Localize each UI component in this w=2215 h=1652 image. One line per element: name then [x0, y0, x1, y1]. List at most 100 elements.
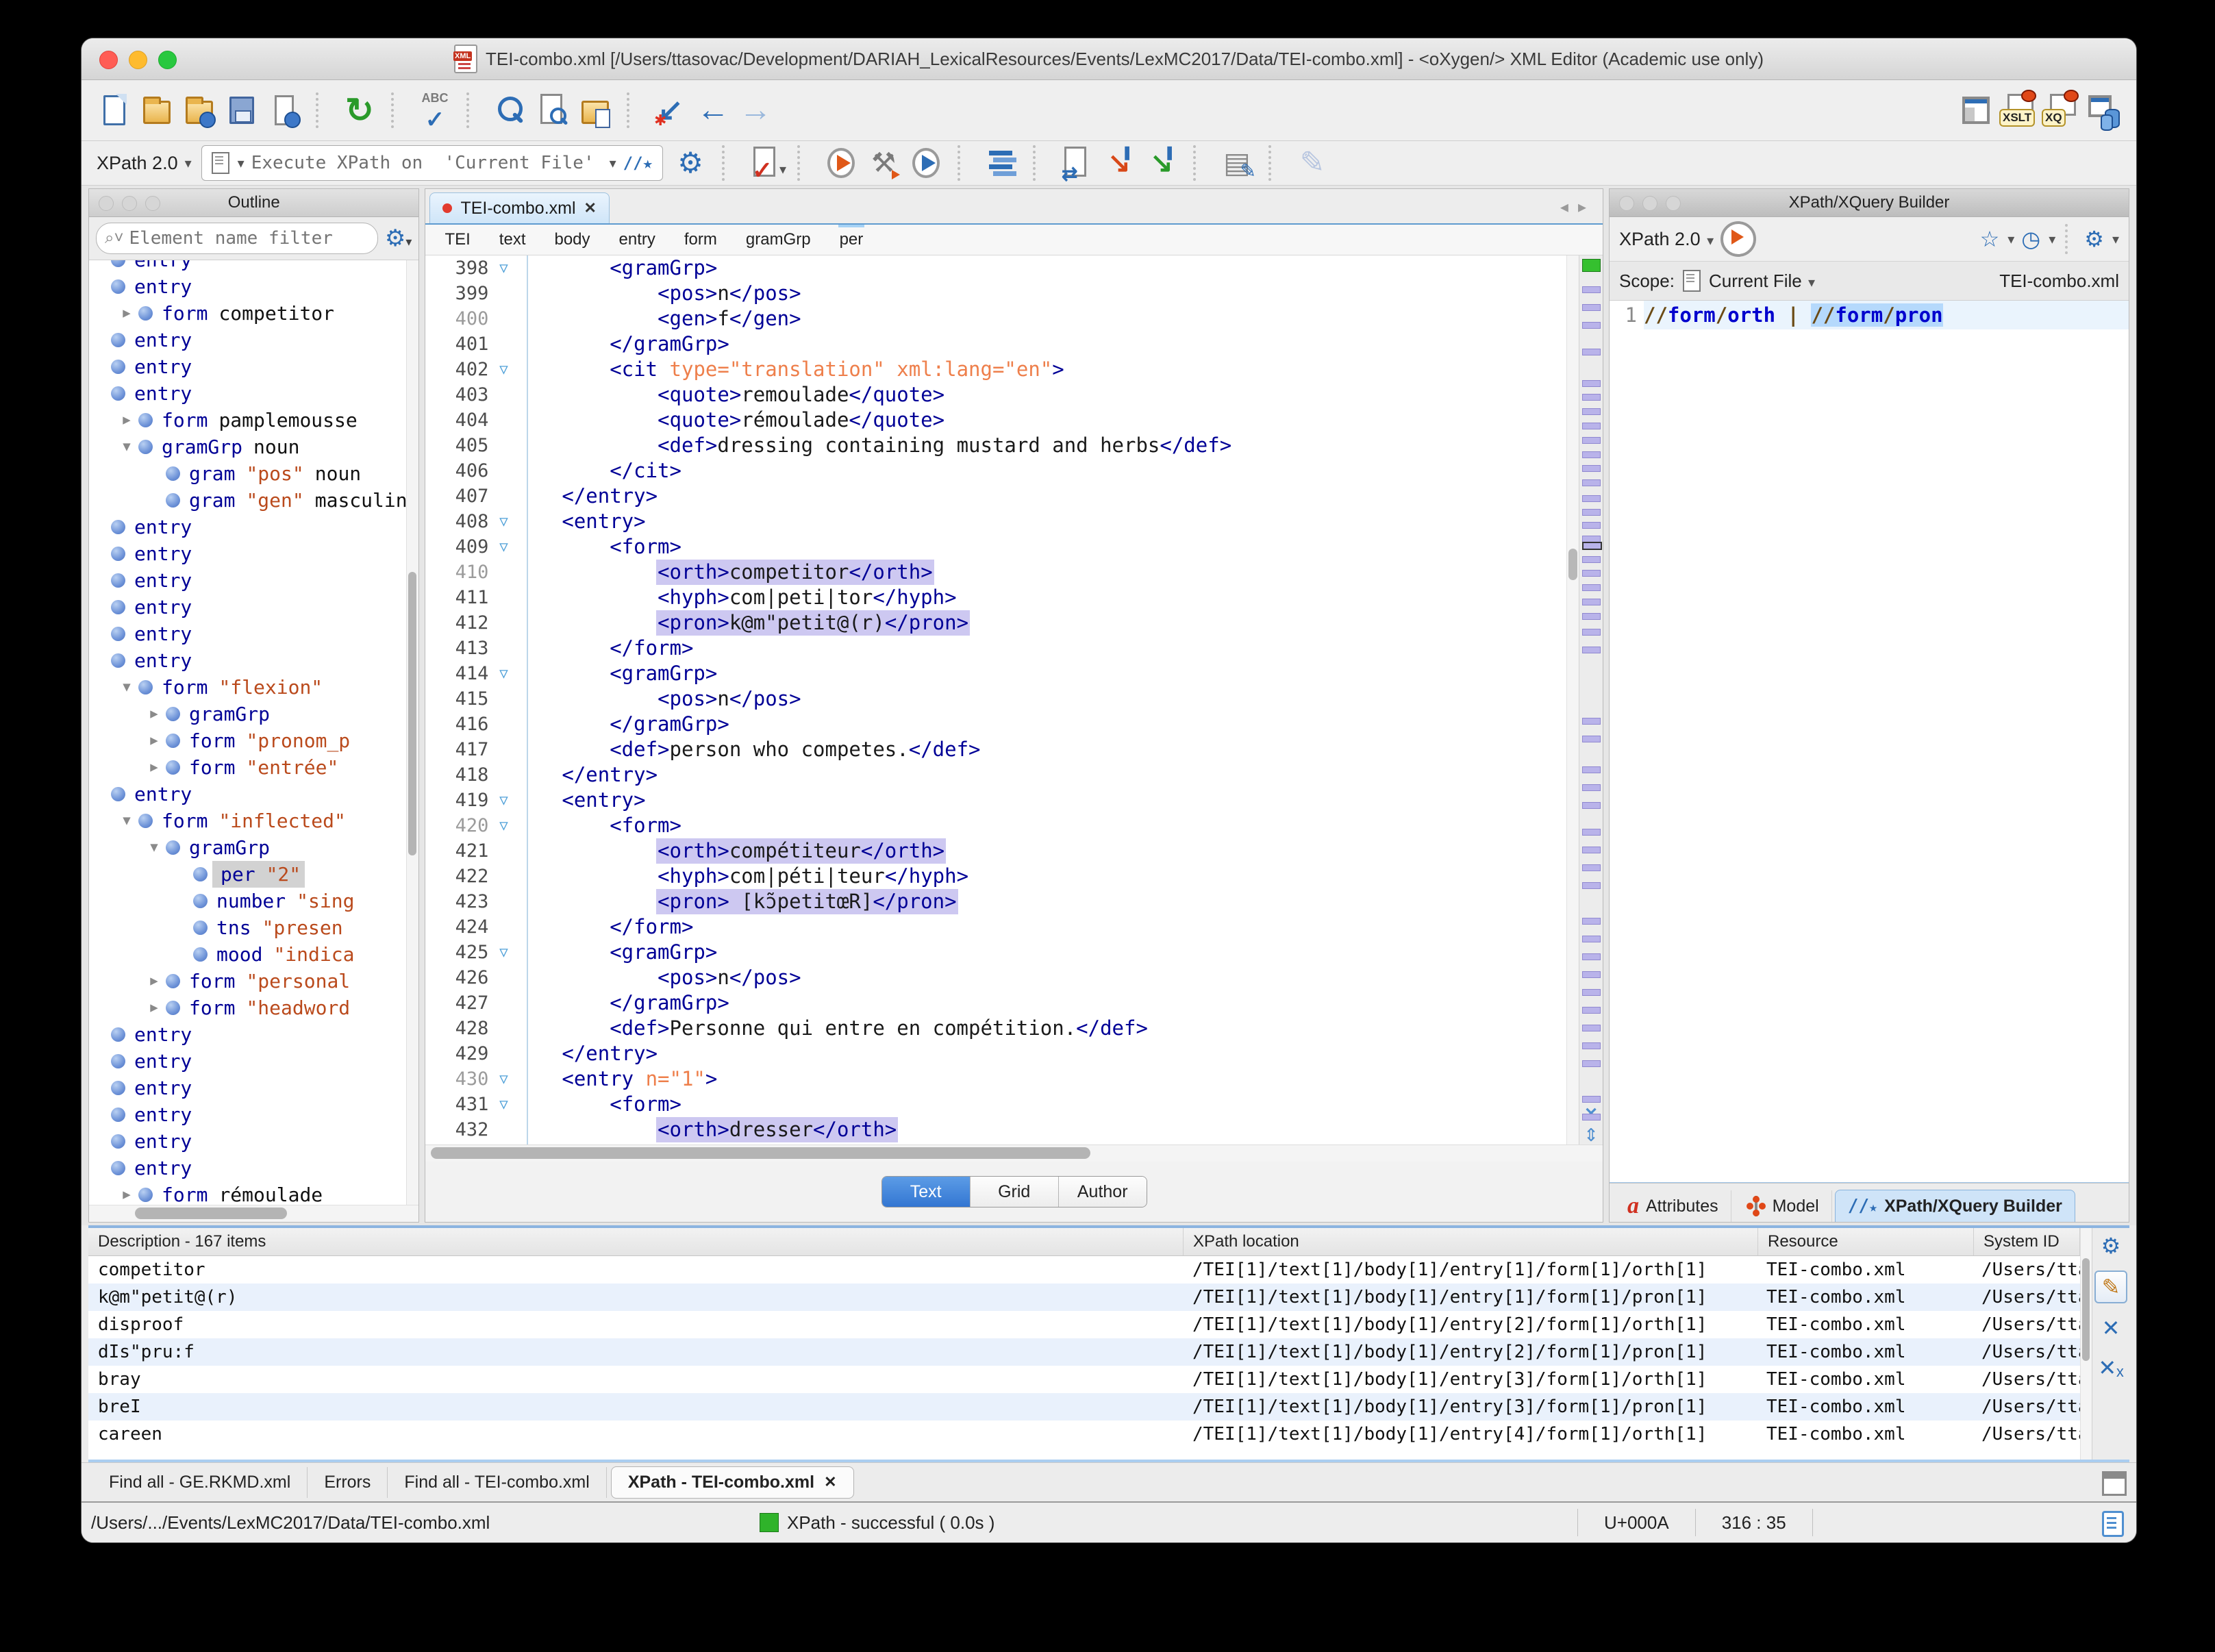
- search-in-files-icon[interactable]: [535, 91, 571, 129]
- tab-scroll-arrows[interactable]: ◂▸: [1560, 197, 1596, 217]
- builder-version-dropdown[interactable]: XPath 2.0 ▾: [1619, 229, 1714, 250]
- navigate-highlights-icon[interactable]: ⇕: [1579, 1125, 1603, 1146]
- close-tab-icon[interactable]: ✕: [824, 1473, 836, 1491]
- code-line[interactable]: 425 ▽ <gramGrp>: [425, 940, 1567, 965]
- code-line[interactable]: 428 <def>Personne qui entre en compétiti…: [425, 1016, 1567, 1041]
- breadcrumb-item-gramGrp[interactable]: gramGrp: [744, 223, 812, 255]
- fold-toggle-icon[interactable]: ▽: [488, 1092, 518, 1117]
- outline-item-form[interactable]: ▼ form "inflected": [89, 808, 418, 834]
- outline-item-entry[interactable]: entry: [89, 1075, 418, 1101]
- outline-item-entry[interactable]: entry: [89, 567, 418, 594]
- outline-item-entry[interactable]: entry: [89, 781, 418, 808]
- highlight-mark[interactable]: [1582, 882, 1601, 890]
- bottom-tab-find-all-tei-combo-xml[interactable]: Find all - TEI-combo.xml: [388, 1466, 607, 1498]
- code-line[interactable]: 413 </form>: [425, 636, 1567, 661]
- breadcrumb-item-entry[interactable]: entry: [618, 223, 657, 255]
- jump-red-icon[interactable]: [1101, 144, 1137, 182]
- expand-arrow-icon[interactable]: ▶: [144, 727, 164, 754]
- editor-vertical-scrollbar[interactable]: [1566, 255, 1579, 1144]
- highlight-mark[interactable]: [1582, 495, 1601, 503]
- gear-icon[interactable]: ⚙: [2096, 1231, 2126, 1261]
- results-row[interactable]: k@m"petit@(r) /TEI[1]/text[1]/body[1]/ent…: [88, 1284, 2080, 1311]
- expand-arrow-icon[interactable]: ▶: [144, 968, 164, 994]
- highlight-mark[interactable]: [1582, 971, 1601, 978]
- close-tab-icon[interactable]: ✕: [584, 199, 597, 217]
- expand-arrow-icon[interactable]: ▶: [116, 1181, 137, 1205]
- outline-item-gramGrp[interactable]: ▼ gramGrp noun: [89, 434, 418, 460]
- fold-toggle-icon[interactable]: ▽: [488, 509, 518, 534]
- bottom-tab-xpath-tei-combo-xml[interactable]: XPath - TEI-combo.xml ✕: [610, 1466, 854, 1499]
- results-row[interactable]: careen/TEI[1]/text[1]/body[1]/entry[4]/f…: [88, 1421, 2080, 1448]
- code-line[interactable]: 431 ▽ <form>: [425, 1092, 1567, 1117]
- outline-item-entry[interactable]: entry: [89, 353, 418, 380]
- reload-icon[interactable]: [342, 91, 377, 129]
- editor-tab-tei-combo[interactable]: TEI-combo.xml ✕: [429, 192, 610, 223]
- code-line[interactable]: 411 <hyph>com|peti|tor</hyph>: [425, 585, 1567, 610]
- breadcrumb-item-TEI[interactable]: TEI: [443, 223, 471, 255]
- outline-item-gramGrp[interactable]: ▶ gramGrp: [89, 701, 418, 727]
- validate-icon[interactable]: ▾: [748, 144, 786, 185]
- results-vertical-scrollbar[interactable]: [2080, 1228, 2092, 1460]
- code-line[interactable]: 405 <def>dressing containing mustard and…: [425, 433, 1567, 458]
- fold-toggle-icon[interactable]: ▽: [488, 1066, 518, 1092]
- outline-item-entry[interactable]: entry: [89, 594, 418, 621]
- outline-item-form[interactable]: ▶ form "personal: [89, 968, 418, 994]
- code-line[interactable]: 400 <gen>f</gen>: [425, 306, 1567, 331]
- highlight-mark[interactable]: [1582, 522, 1601, 529]
- outline-item-entry[interactable]: entry: [89, 621, 418, 647]
- debug-play-icon[interactable]: [908, 144, 944, 182]
- bottom-tab-find-all-ge-rkmd-xml[interactable]: Find all - GE.RKMD.xml: [92, 1466, 308, 1498]
- outline-item-entry[interactable]: entry: [89, 514, 418, 540]
- current-highlight-mark[interactable]: [1582, 541, 1602, 550]
- outline-item-entry[interactable]: entry: [89, 327, 418, 353]
- xpath-expression-combo[interactable]: ▾ Execute XPath on 'Current File' ▾ //★: [201, 145, 664, 181]
- panel-layout-icon[interactable]: [2102, 1471, 2127, 1496]
- highlight-mark[interactable]: [1582, 1060, 1601, 1067]
- code-line[interactable]: 418 </entry>: [425, 762, 1567, 788]
- outline-item-entry[interactable]: entry: [89, 647, 418, 674]
- results-row[interactable]: competitor/TEI[1]/text[1]/body[1]/entry[…: [88, 1256, 2080, 1284]
- highlight-mark[interactable]: [1582, 847, 1601, 854]
- highlight-mark[interactable]: [1582, 479, 1601, 487]
- highlight-mark[interactable]: [1582, 423, 1601, 430]
- xslt-debugger-icon[interactable]: XSLT: [1999, 90, 2036, 129]
- execute-xpath-button[interactable]: [1720, 221, 1757, 257]
- outline-item-entry[interactable]: entry: [89, 540, 418, 567]
- edit-book-icon[interactable]: [1219, 144, 1256, 182]
- code-line[interactable]: 412 <pron>k@m"petit@(r)</pron>: [425, 610, 1567, 636]
- edit-pale-icon[interactable]: [1294, 144, 1330, 182]
- highlight-mark[interactable]: [1582, 349, 1601, 356]
- highlight-mark[interactable]: [1582, 918, 1601, 925]
- expand-arrow-icon[interactable]: ▶: [116, 407, 137, 434]
- scope-value-dropdown[interactable]: Current File ▾: [1709, 271, 1815, 292]
- remove-all-icon[interactable]: ✕ₓ: [2096, 1353, 2126, 1383]
- close-window-button[interactable]: [99, 51, 118, 69]
- builder-panel-header[interactable]: XPath/XQuery Builder: [1610, 189, 2129, 217]
- results-column-header[interactable]: XPath location: [1184, 1228, 1758, 1255]
- results-row[interactable]: bray/TEI[1]/text[1]/body[1]/entry[3]/for…: [88, 1366, 2080, 1393]
- outline-item-entry[interactable]: entry: [89, 1101, 418, 1128]
- highlight-mark[interactable]: [1582, 286, 1601, 294]
- highlight-mark[interactable]: [1582, 451, 1601, 458]
- code-line[interactable]: 426 <pos>n</pos>: [425, 965, 1567, 990]
- outline-item-form[interactable]: ▶ form "entrée": [89, 754, 418, 781]
- code-line[interactable]: 416 </gramGrp>: [425, 712, 1567, 737]
- new-document-icon[interactable]: [97, 91, 132, 129]
- outline-item-number[interactable]: number "sing: [89, 888, 418, 914]
- highlight-mark[interactable]: [1582, 935, 1601, 942]
- outline-item-gramGrp[interactable]: ▼ gramGrp: [89, 834, 418, 861]
- outline-vertical-scrollbar[interactable]: [406, 260, 419, 1205]
- outline-panel-header[interactable]: Outline: [89, 189, 419, 217]
- outline-item-entry[interactable]: entry: [89, 1128, 418, 1155]
- outline-item-form[interactable]: ▶ form pamplemousse: [89, 407, 418, 434]
- find-replace-in-files-icon[interactable]: [577, 91, 613, 129]
- open-folder-icon[interactable]: [139, 91, 175, 129]
- expand-arrow-icon[interactable]: ▶: [144, 701, 164, 727]
- code-line[interactable]: 410 <orth>competitor</orth>: [425, 560, 1567, 585]
- highlight-mark[interactable]: [1582, 1113, 1601, 1121]
- results-column-header[interactable]: System ID: [1974, 1228, 2080, 1255]
- gear-icon[interactable]: [673, 144, 708, 182]
- pencil-icon[interactable]: ✎: [2094, 1271, 2127, 1303]
- chevron-down-icon[interactable]: ▾: [610, 155, 616, 172]
- outline-item-entry[interactable]: entry: [89, 260, 418, 273]
